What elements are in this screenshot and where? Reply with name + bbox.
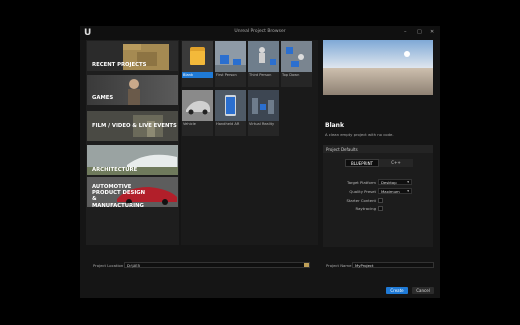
category-architecture[interactable]: ARCHITECTURE (87, 145, 178, 175)
template-thumbnail (248, 90, 279, 121)
template-third-person[interactable]: Third Person (248, 41, 279, 87)
target-platform-dropdown[interactable]: Desktop ▾ (378, 179, 412, 185)
quality-preset-row: Quality Preset Maximum ▾ (323, 188, 433, 195)
template-label: Top Down (282, 73, 300, 77)
category-label: AUTOMOTIVE PRODUCT DESIGN & MANUFACTURIN… (92, 184, 146, 207)
template-preview-image (323, 40, 433, 95)
quality-preset-label: Quality Preset (349, 189, 376, 194)
cpp-toggle[interactable]: C++ (379, 159, 413, 167)
window-title: Unreal Project Browser (234, 29, 286, 34)
target-platform-label: Target Platform (347, 180, 376, 185)
template-blank[interactable]: Blank (182, 41, 213, 87)
project-name-input[interactable]: MyProject (352, 262, 434, 268)
template-thumbnail (182, 41, 213, 72)
quality-preset-dropdown[interactable]: Maximum ▾ (378, 188, 412, 194)
template-vehicle[interactable]: Vehicle (182, 90, 213, 136)
template-first-person[interactable]: First Person (215, 41, 246, 87)
raytracing-checkbox[interactable] (378, 206, 383, 211)
close-icon[interactable]: ✕ (430, 29, 434, 35)
template-virtual-reality[interactable]: Virtual Reality (248, 90, 279, 136)
starter-content-label: Starter Content (346, 198, 376, 203)
blueprint-toggle[interactable]: BLUEPRINT (345, 159, 379, 167)
template-top-down[interactable]: Top Down (281, 41, 312, 87)
template-thumbnail (215, 90, 246, 121)
folder-browse-icon[interactable] (304, 263, 309, 267)
template-grid: Blank First Person Third Person Top Down… (181, 40, 318, 245)
category-label: GAMES (92, 95, 114, 101)
cancel-button[interactable]: Cancel (412, 287, 434, 294)
category-automotive[interactable]: AUTOMOTIVE PRODUCT DESIGN & MANUFACTURIN… (87, 177, 178, 207)
starter-content-row: Starter Content (323, 197, 433, 204)
template-thumbnail (215, 41, 246, 72)
template-thumbnail (182, 90, 213, 121)
template-label: First Person (216, 73, 237, 77)
project-location-label: Project Location (93, 263, 124, 268)
template-label: Vehicle (183, 122, 196, 126)
target-platform-value: Desktop (381, 180, 397, 185)
chevron-down-icon: ▾ (407, 180, 409, 184)
category-games[interactable]: GAMES (87, 75, 178, 105)
project-browser-window: U Unreal Project Browser – □ ✕ RECENT PR… (80, 26, 440, 298)
template-label: Blank (182, 72, 213, 78)
template-label: Virtual Reality (249, 122, 275, 126)
preview-description: A clean empty project with no code. (325, 132, 394, 137)
category-list: RECENT PROJECTS GAMES FILM / VIDEO & LIV… (86, 40, 179, 245)
raytracing-row: Raytracing (323, 205, 433, 212)
template-thumbnail (281, 41, 312, 72)
target-platform-row: Target Platform Desktop ▾ (323, 179, 433, 186)
raytracing-label: Raytracing (355, 206, 376, 211)
create-button[interactable]: Create (386, 287, 408, 294)
project-defaults-panel: Project Defaults BLUEPRINT C++ Target Pl… (323, 145, 433, 247)
quality-preset-value: Maximum (381, 189, 400, 194)
starter-content-checkbox[interactable] (378, 198, 383, 203)
preview-title: Blank (325, 122, 344, 129)
category-label: RECENT PROJECTS (92, 62, 147, 68)
category-film-video[interactable]: FILM / VIDEO & LIVE EVENTS (87, 111, 178, 141)
project-defaults-header: Project Defaults (323, 145, 433, 153)
template-label: Third Person (249, 73, 272, 77)
minimize-icon[interactable]: – (404, 29, 407, 35)
template-label: Handheld AR (216, 122, 240, 126)
project-location-input[interactable]: D:\UE5 (124, 262, 310, 268)
title-bar: U Unreal Project Browser – □ ✕ (80, 26, 440, 40)
template-thumbnail (248, 41, 279, 72)
category-recent-projects[interactable]: RECENT PROJECTS (87, 41, 178, 71)
category-label: FILM / VIDEO & LIVE EVENTS (92, 123, 177, 129)
bottom-bar: Project Location D:\UE5 Project Name MyP… (80, 248, 440, 298)
template-handheld-ar[interactable]: Handheld AR (215, 90, 246, 136)
chevron-down-icon: ▾ (407, 189, 409, 193)
maximize-icon[interactable]: □ (417, 29, 422, 35)
category-label: ARCHITECTURE (92, 167, 138, 173)
project-name-label: Project Name (326, 263, 352, 268)
